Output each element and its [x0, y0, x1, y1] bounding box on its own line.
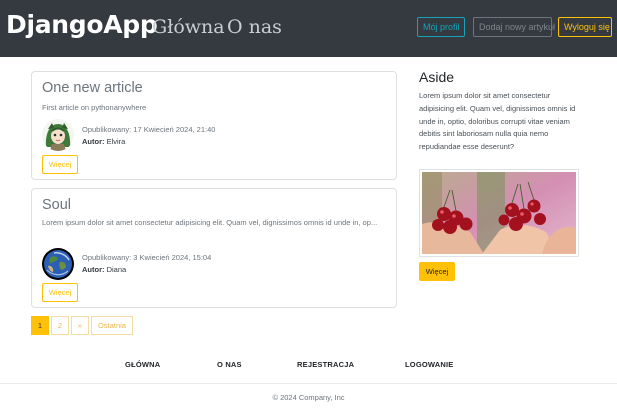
my-profile-button[interactable]: Mój profil: [417, 17, 465, 37]
cherries-image: [419, 169, 579, 257]
aside-title: Aside: [419, 69, 455, 85]
article-card: One new article First article on pythona…: [31, 71, 397, 180]
earth-avatar-icon: [42, 248, 74, 280]
aside-more-button[interactable]: Więcej: [419, 262, 455, 281]
nav-link-home[interactable]: Główna: [152, 16, 225, 38]
article-excerpt: First article on pythonanywhere: [42, 103, 147, 112]
navbar: DjangoApp Główna O nas Mój profil Dodaj …: [0, 0, 617, 57]
last-page-button[interactable]: Ostatnia: [91, 316, 133, 335]
footer-link-register[interactable]: REJESTRACJA: [297, 360, 354, 369]
published-date: Opublikowany: 3 Kwiecień 2024, 15:04: [82, 253, 212, 262]
page-1-button[interactable]: 1: [31, 316, 49, 335]
copyright: © 2024 Company, Inc: [272, 393, 345, 402]
author-name: Elvira: [106, 137, 126, 146]
article-title[interactable]: One new article: [42, 80, 143, 96]
add-article-button[interactable]: Dodaj nowy artykuł: [473, 17, 555, 37]
footer-link-home[interactable]: GŁÓWNA: [125, 360, 160, 369]
article-meta: Opublikowany: 17 Kwiecień 2024, 21:40 Au…: [82, 124, 215, 148]
girl-avatar-icon: [42, 119, 74, 151]
read-more-button[interactable]: Więcej: [42, 283, 78, 302]
footer-nav: GŁÓWNA O NAS REJESTRACJA LOGOWANIE: [0, 360, 617, 372]
article-title[interactable]: Soul: [42, 197, 71, 213]
footer-link-login[interactable]: LOGOWANIE: [405, 360, 453, 369]
brand-logo[interactable]: DjangoApp: [6, 10, 158, 39]
article-card: Soul Lorem ipsum dolor sit amet consecte…: [31, 188, 397, 308]
author-label: Autor:: [82, 265, 105, 274]
read-more-button[interactable]: Więcej: [42, 155, 78, 174]
article-excerpt: Lorem ipsum dolor sit amet consectetur a…: [42, 218, 378, 227]
nav-link-about[interactable]: O nas: [227, 16, 282, 38]
article-meta: Opublikowany: 3 Kwiecień 2024, 15:04 Aut…: [82, 252, 211, 276]
footer-link-about[interactable]: O NAS: [217, 360, 242, 369]
next-page-button[interactable]: »: [71, 316, 89, 335]
page-2-button[interactable]: 2: [51, 316, 69, 335]
author-name: Diana: [106, 265, 127, 274]
footer-divider: [0, 383, 617, 384]
published-date: Opublikowany: 17 Kwiecień 2024, 21:40: [82, 125, 216, 134]
logout-button[interactable]: Wyloguj się: [558, 17, 612, 37]
author-label: Autor:: [82, 137, 105, 146]
aside-text: Lorem ipsum dolor sit amet consectetur a…: [419, 91, 576, 152]
